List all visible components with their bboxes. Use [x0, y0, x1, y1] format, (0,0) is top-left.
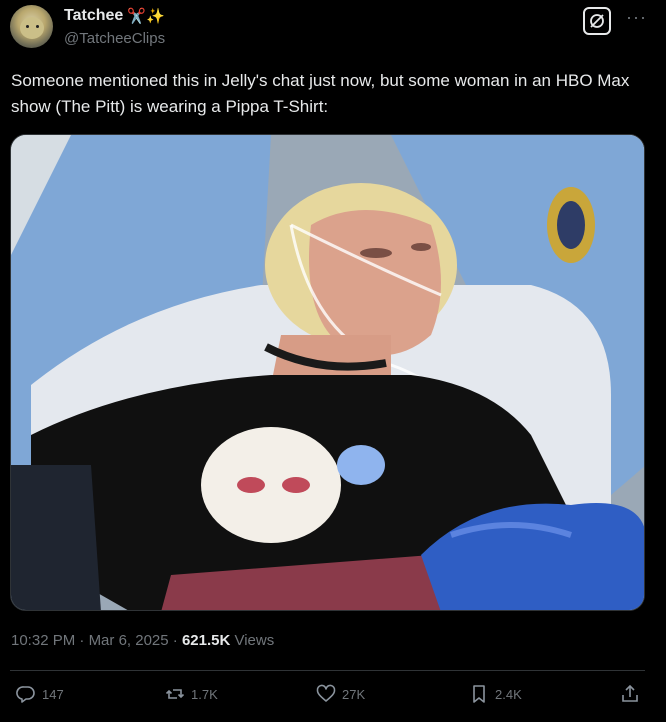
grok-icon — [590, 14, 604, 28]
avatar-face — [20, 17, 44, 39]
meta-separator: · — [75, 632, 89, 649]
display-name-text[interactable]: Tatchee — [64, 7, 123, 25]
author-avatar[interactable] — [10, 5, 53, 48]
more-button[interactable]: ··· — [626, 8, 646, 32]
more-icon: ··· — [626, 7, 647, 27]
display-name-emoji: ✂️✨ — [127, 8, 165, 25]
tweet-date[interactable]: Mar 6, 2025 — [89, 632, 169, 649]
views-count: 621.5K — [181, 632, 231, 649]
avatar-eye-left — [26, 25, 29, 28]
divider — [10, 670, 645, 671]
repost-count: 1.7K — [191, 686, 218, 702]
reply-icon — [16, 686, 35, 703]
tweet-time[interactable]: 10:32 PM — [11, 632, 75, 649]
avatar-eye-right — [36, 25, 39, 28]
media-photo — [11, 135, 644, 610]
repost-button[interactable]: 1.7K — [165, 684, 218, 704]
views-label: Views — [230, 632, 275, 649]
repost-icon — [165, 689, 185, 699]
reply-count: 147 — [42, 686, 64, 702]
tweet-text: Someone mentioned this in Jelly's chat j… — [11, 71, 630, 116]
share-icon — [622, 684, 638, 702]
author-handle[interactable]: @TatcheeClips — [64, 30, 165, 47]
like-count: 27K — [342, 686, 366, 702]
reply-button[interactable]: 147 — [16, 684, 64, 704]
tweet-media-image[interactable] — [10, 134, 645, 611]
heart-icon — [316, 684, 336, 702]
tweet-meta: 10:32 PM · Mar 6, 2025 · 621.5K Views — [11, 632, 274, 649]
meta-separator: · — [168, 632, 182, 649]
author-display-name[interactable]: Tatchee ✂️✨ — [64, 7, 165, 25]
bookmark-icon — [473, 685, 485, 703]
grok-button[interactable] — [583, 7, 611, 35]
share-button[interactable] — [620, 684, 640, 704]
bookmark-count: 2.4K — [495, 686, 522, 702]
bookmark-button[interactable]: 2.4K — [469, 684, 522, 704]
like-button[interactable]: 27K — [316, 684, 365, 704]
action-bar: 147 1.7K 27K 2.4K — [0, 684, 666, 712]
